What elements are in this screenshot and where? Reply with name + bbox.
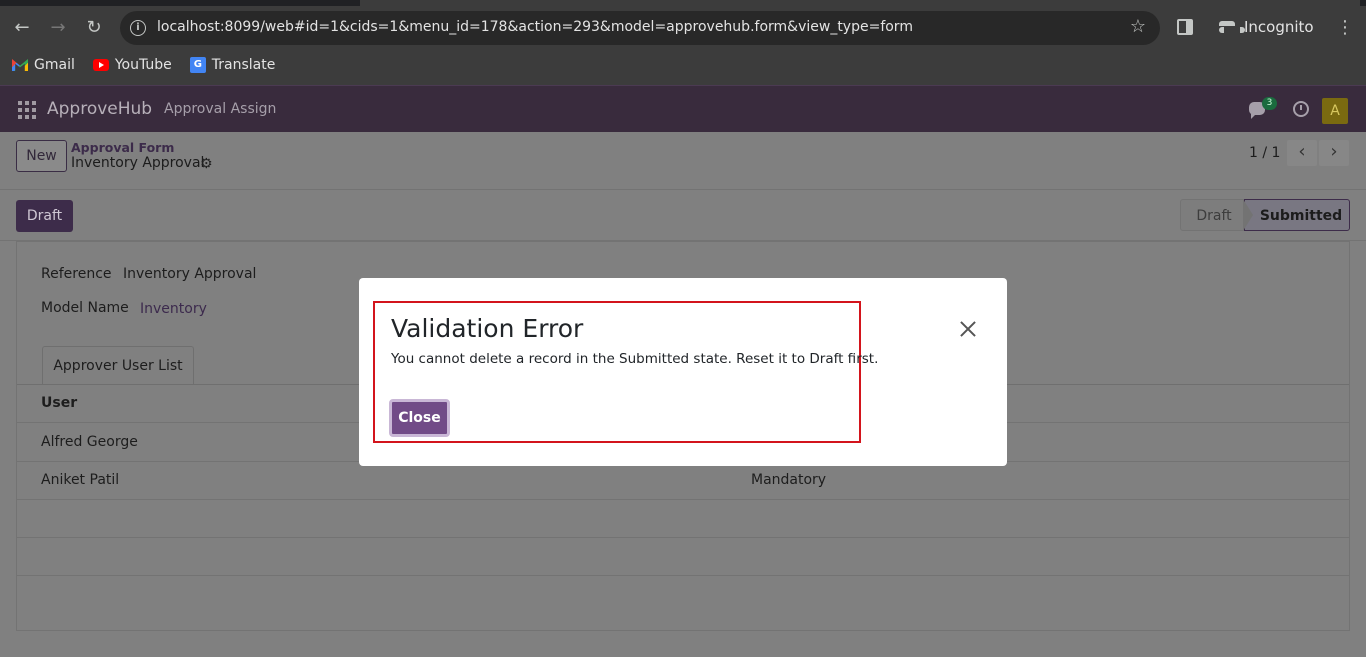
user-avatar[interactable]: A xyxy=(1322,98,1348,124)
incognito-label: Incognito xyxy=(1244,18,1314,36)
user-cell: Alfred George xyxy=(41,434,138,450)
model-name-label: Model Name xyxy=(41,300,129,316)
stage-submitted[interactable]: Submitted xyxy=(1244,199,1350,231)
site-info-icon[interactable]: i xyxy=(130,20,146,36)
model-name-field[interactable]: Inventory xyxy=(140,301,207,317)
stage-arrow xyxy=(1243,199,1253,231)
close-icon[interactable] xyxy=(957,318,979,340)
bookmark-gmail[interactable]: Gmail xyxy=(12,50,75,80)
reload-icon[interactable]: ↻ xyxy=(80,14,108,42)
bookmark-star-icon[interactable]: ☆ xyxy=(1130,16,1146,37)
stage-draft[interactable]: Draft xyxy=(1180,199,1248,231)
browser-menu-icon[interactable]: ⋮ xyxy=(1336,14,1354,42)
side-panel-icon[interactable] xyxy=(1177,19,1193,35)
bookmark-youtube[interactable]: YouTube xyxy=(92,50,172,80)
control-panel: New Approval Form Inventory Approval ⚙ 1… xyxy=(0,132,1366,190)
breadcrumb-parent[interactable]: Approval Form xyxy=(71,140,174,155)
app-brand[interactable]: ApproveHub xyxy=(47,99,152,119)
validation-error-dialog: Validation Error You cannot delete a rec… xyxy=(359,278,1007,466)
gear-icon[interactable]: ⚙ xyxy=(200,156,213,172)
reference-label: Reference xyxy=(41,266,112,282)
gmail-icon xyxy=(12,59,28,71)
table-row[interactable]: Aniket Patil Mandatory xyxy=(17,462,1349,500)
pager-value[interactable]: 1 / 1 xyxy=(1249,145,1280,161)
address-bar[interactable]: i localhost:8099/web#id=1&cids=1&menu_id… xyxy=(120,11,1160,45)
pager-previous-icon[interactable]: ‹ xyxy=(1287,140,1317,166)
incognito-icon xyxy=(1218,21,1245,33)
bookmark-label: Translate xyxy=(211,57,276,73)
bookmarks-bar: Gmail YouTube G Translate xyxy=(0,50,281,80)
activity-clock-icon[interactable] xyxy=(1293,101,1309,117)
youtube-icon xyxy=(92,59,109,71)
back-arrow-icon[interactable]: ← xyxy=(8,14,36,42)
url-text[interactable]: localhost:8099/web#id=1&cids=1&menu_id=1… xyxy=(157,19,913,35)
dialog-title: Validation Error xyxy=(391,314,584,343)
bookmark-translate[interactable]: G Translate xyxy=(189,50,276,80)
pager-next-icon[interactable]: › xyxy=(1319,140,1349,166)
reference-field[interactable]: Inventory Approval xyxy=(123,266,256,282)
bookmark-label: YouTube xyxy=(114,57,172,73)
draft-button[interactable]: Draft xyxy=(16,200,73,232)
type-cell: Mandatory xyxy=(751,472,827,488)
breadcrumb-current: Inventory Approval xyxy=(71,155,205,171)
translate-icon: G xyxy=(189,57,206,73)
dialog-message: You cannot delete a record in the Submit… xyxy=(391,351,879,367)
new-button[interactable]: New xyxy=(16,140,67,172)
browser-chrome: ← → ↻ i localhost:8099/web#id=1&cids=1&m… xyxy=(0,0,1366,85)
menu-approval-assign[interactable]: Approval Assign xyxy=(164,101,276,117)
bookmark-label: Gmail xyxy=(34,57,75,73)
tab-strip xyxy=(0,0,1366,6)
tab-approver-user-list[interactable]: Approver User List xyxy=(42,346,194,384)
table-row-empty xyxy=(17,538,1349,576)
apps-grid-icon[interactable] xyxy=(18,101,36,119)
forward-arrow-icon[interactable]: → xyxy=(44,14,72,42)
form-statusbar: Draft Draft Submitted xyxy=(0,191,1366,241)
table-row-empty xyxy=(17,500,1349,538)
user-cell: Aniket Patil xyxy=(41,472,120,488)
close-button[interactable]: Close xyxy=(389,399,450,437)
main-navbar: ApproveHub Approval Assign 3 A xyxy=(0,85,1366,132)
incognito-indicator[interactable]: Incognito xyxy=(1218,18,1314,36)
chat-count-badge: 3 xyxy=(1262,97,1277,110)
column-header-user[interactable]: User xyxy=(41,395,77,411)
